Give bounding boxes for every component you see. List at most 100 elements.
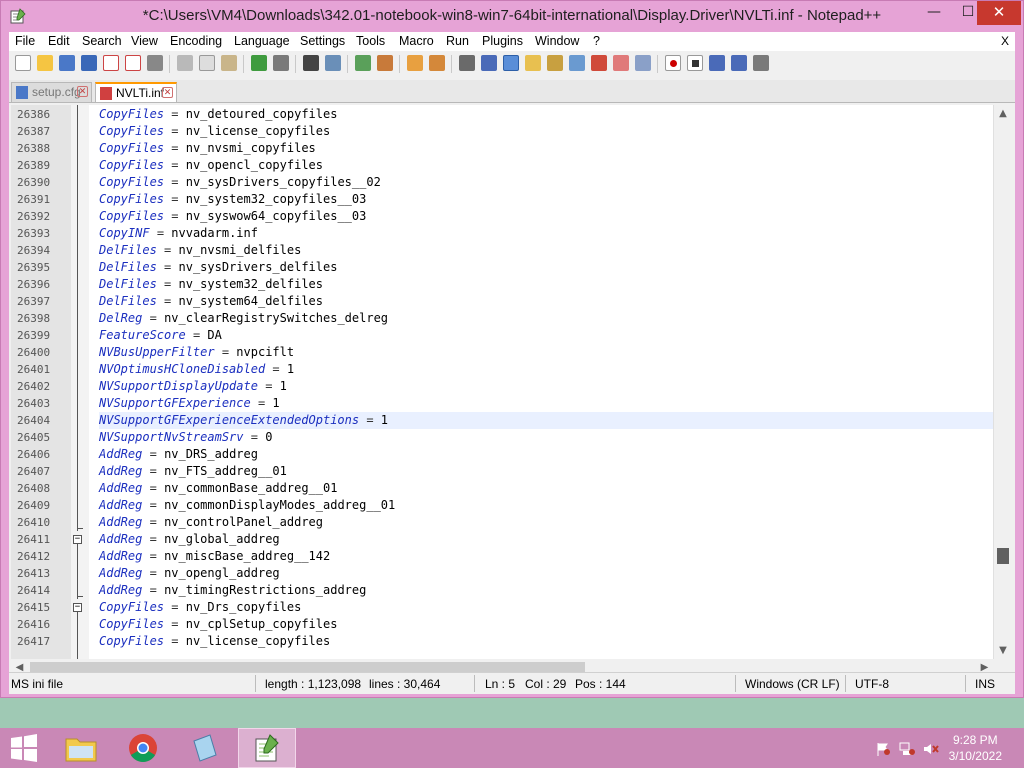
menu-view[interactable]: View <box>131 34 158 48</box>
volume-muted-icon[interactable] <box>923 741 939 755</box>
code-line[interactable]: CopyFiles = nv_Drs_copyfiles <box>99 599 999 616</box>
menu-edit[interactable]: Edit <box>48 34 70 48</box>
code-line[interactable]: DelFiles = nv_nvsmi_delfiles <box>99 242 999 259</box>
open-file-icon[interactable] <box>37 55 53 71</box>
code-line[interactable]: CopyFiles = nv_opencl_copyfiles <box>99 157 999 174</box>
code-line[interactable]: AddReg = nv_commonBase_addreg__01 <box>99 480 999 497</box>
document-map-icon[interactable] <box>547 55 563 71</box>
menu-plugins[interactable]: Plugins <box>482 34 523 48</box>
code-line[interactable]: FeatureScore = DA <box>99 327 999 344</box>
tab-setup-cfg[interactable]: setup.cfg ✕ <box>11 82 92 102</box>
system-clock[interactable]: 9:28 PM 3/10/2022 <box>949 732 1002 764</box>
indent-guide-icon[interactable] <box>503 55 519 71</box>
show-all-chars-icon[interactable] <box>481 55 497 71</box>
print-icon[interactable] <box>147 55 163 71</box>
new-file-icon[interactable] <box>15 55 31 71</box>
menu-settings[interactable]: Settings <box>300 34 345 48</box>
close-document-button[interactable]: X <box>1001 34 1009 48</box>
code-line[interactable]: AddReg = nv_controlPanel_addreg <box>99 514 999 531</box>
menu-language[interactable]: Language <box>234 34 290 48</box>
scroll-up-arrow-icon[interactable]: ▲ <box>994 105 1011 122</box>
fold-collapse-icon[interactable]: − <box>73 535 82 544</box>
code-line[interactable]: NVSupportNvStreamSrv = 0 <box>99 429 999 446</box>
user-language-icon[interactable] <box>525 55 541 71</box>
menu-search[interactable]: Search <box>82 34 122 48</box>
stop-macro-icon[interactable] <box>687 55 703 71</box>
code-line[interactable]: NVSupportGFExperienceExtendedOptions = 1 <box>99 412 999 429</box>
editor-area[interactable]: CopyFiles = nv_detoured_copyfiles CopyFil… <box>11 105 1011 659</box>
code-line[interactable]: AddReg = nv_FTS_addreg__01 <box>99 463 999 480</box>
menu-encoding[interactable]: Encoding <box>170 34 222 48</box>
taskbar-notepad[interactable] <box>176 728 234 768</box>
tab-close-icon[interactable]: ✕ <box>77 86 88 97</box>
code-line[interactable]: CopyINF = nvvadarm.inf <box>99 225 999 242</box>
zoom-out-icon[interactable] <box>377 55 393 71</box>
paste-icon[interactable] <box>221 55 237 71</box>
redo-icon[interactable] <box>273 55 289 71</box>
undo-icon[interactable] <box>251 55 267 71</box>
code-line[interactable]: CopyFiles = nv_license_copyfiles <box>99 123 999 140</box>
copy-icon[interactable] <box>199 55 215 71</box>
title-bar[interactable]: *C:\Users\VM4\Downloads\342.01-notebook-… <box>1 1 1023 32</box>
code-line[interactable]: DelReg = nv_clearRegistrySwitches_delreg <box>99 310 999 327</box>
start-button[interactable] <box>0 728 50 768</box>
find-icon[interactable] <box>303 55 319 71</box>
code-line[interactable]: CopyFiles = nv_nvsmi_copyfiles <box>99 140 999 157</box>
save-macro-icon[interactable] <box>753 55 769 71</box>
code-line[interactable]: NVOptimusHCloneDisabled = 1 <box>99 361 999 378</box>
word-wrap-icon[interactable] <box>459 55 475 71</box>
replace-icon[interactable] <box>325 55 341 71</box>
vertical-scrollbar[interactable]: ▲ ▼ <box>993 105 1011 659</box>
code-line[interactable]: AddReg = nv_DRS_addreg <box>99 446 999 463</box>
action-center-flag-icon[interactable] <box>875 741 891 756</box>
code-line[interactable]: NVBusUpperFilter = nvpciflt <box>99 344 999 361</box>
code-line[interactable]: CopyFiles = nv_sysDrivers_copyfiles__02 <box>99 174 999 191</box>
code-line[interactable]: DelFiles = nv_system64_delfiles <box>99 293 999 310</box>
code-line[interactable]: CopyFiles = nv_syswow64_copyfiles__03 <box>99 208 999 225</box>
menu-file[interactable]: File <box>15 34 35 48</box>
code-line[interactable]: AddReg = nv_commonDisplayModes_addreg__0… <box>99 497 999 514</box>
taskbar-chrome[interactable] <box>114 728 172 768</box>
code-line[interactable]: CopyFiles = nv_detoured_copyfiles <box>99 106 999 123</box>
menu-tools[interactable]: Tools <box>356 34 385 48</box>
folder-workspace-icon[interactable] <box>591 55 607 71</box>
taskbar-file-explorer[interactable] <box>52 728 110 768</box>
tab-nvlti-inf[interactable]: NVLTi.inf ✕ <box>95 82 177 102</box>
minimize-button[interactable]: — <box>917 1 951 25</box>
save-all-icon[interactable] <box>81 55 97 71</box>
record-macro-icon[interactable] <box>665 55 681 71</box>
function-list-icon[interactable] <box>569 55 585 71</box>
menu-macro[interactable]: Macro <box>399 34 434 48</box>
tab-close-icon[interactable]: ✕ <box>162 87 173 98</box>
save-icon[interactable] <box>59 55 75 71</box>
menu-window[interactable]: Window <box>535 34 579 48</box>
code-line[interactable]: CopyFiles = nv_cplSetup_copyfiles <box>99 616 999 633</box>
code-line[interactable]: NVSupportDisplayUpdate = 1 <box>99 378 999 395</box>
close-all-icon[interactable] <box>125 55 141 71</box>
cut-icon[interactable] <box>177 55 193 71</box>
vertical-scroll-thumb[interactable] <box>997 548 1009 564</box>
network-icon[interactable] <box>899 741 915 755</box>
taskbar-notepadpp[interactable] <box>238 728 296 768</box>
run-macro-multiple-icon[interactable] <box>731 55 747 71</box>
code-line[interactable]: NVSupportGFExperience = 1 <box>99 395 999 412</box>
fold-collapse-icon[interactable]: − <box>73 603 82 612</box>
code-line[interactable]: AddReg = nv_global_addreg <box>99 531 999 548</box>
monitoring-icon[interactable] <box>613 55 629 71</box>
scroll-down-arrow-icon[interactable]: ▼ <box>994 642 1011 659</box>
code-line[interactable]: CopyFiles = nv_system32_copyfiles__03 <box>99 191 999 208</box>
code-line[interactable]: DelFiles = nv_sysDrivers_delfiles <box>99 259 999 276</box>
sync-horizontal-icon[interactable] <box>429 55 445 71</box>
code-line[interactable]: AddReg = nv_opengl_addreg <box>99 565 999 582</box>
fold-margin[interactable] <box>71 105 89 659</box>
play-macro-icon[interactable] <box>709 55 725 71</box>
code-line[interactable]: AddReg = nv_timingRestrictions_addreg <box>99 582 999 599</box>
zoom-in-icon[interactable] <box>355 55 371 71</box>
view-icon[interactable] <box>635 55 651 71</box>
code-line[interactable]: DelFiles = nv_system32_delfiles <box>99 276 999 293</box>
close-file-icon[interactable] <box>103 55 119 71</box>
sync-vertical-icon[interactable] <box>407 55 423 71</box>
menu-help[interactable]: ? <box>593 34 600 48</box>
code-line[interactable]: CopyFiles = nv_license_copyfiles <box>99 633 999 650</box>
code-line[interactable]: AddReg = nv_miscBase_addreg__142 <box>99 548 999 565</box>
